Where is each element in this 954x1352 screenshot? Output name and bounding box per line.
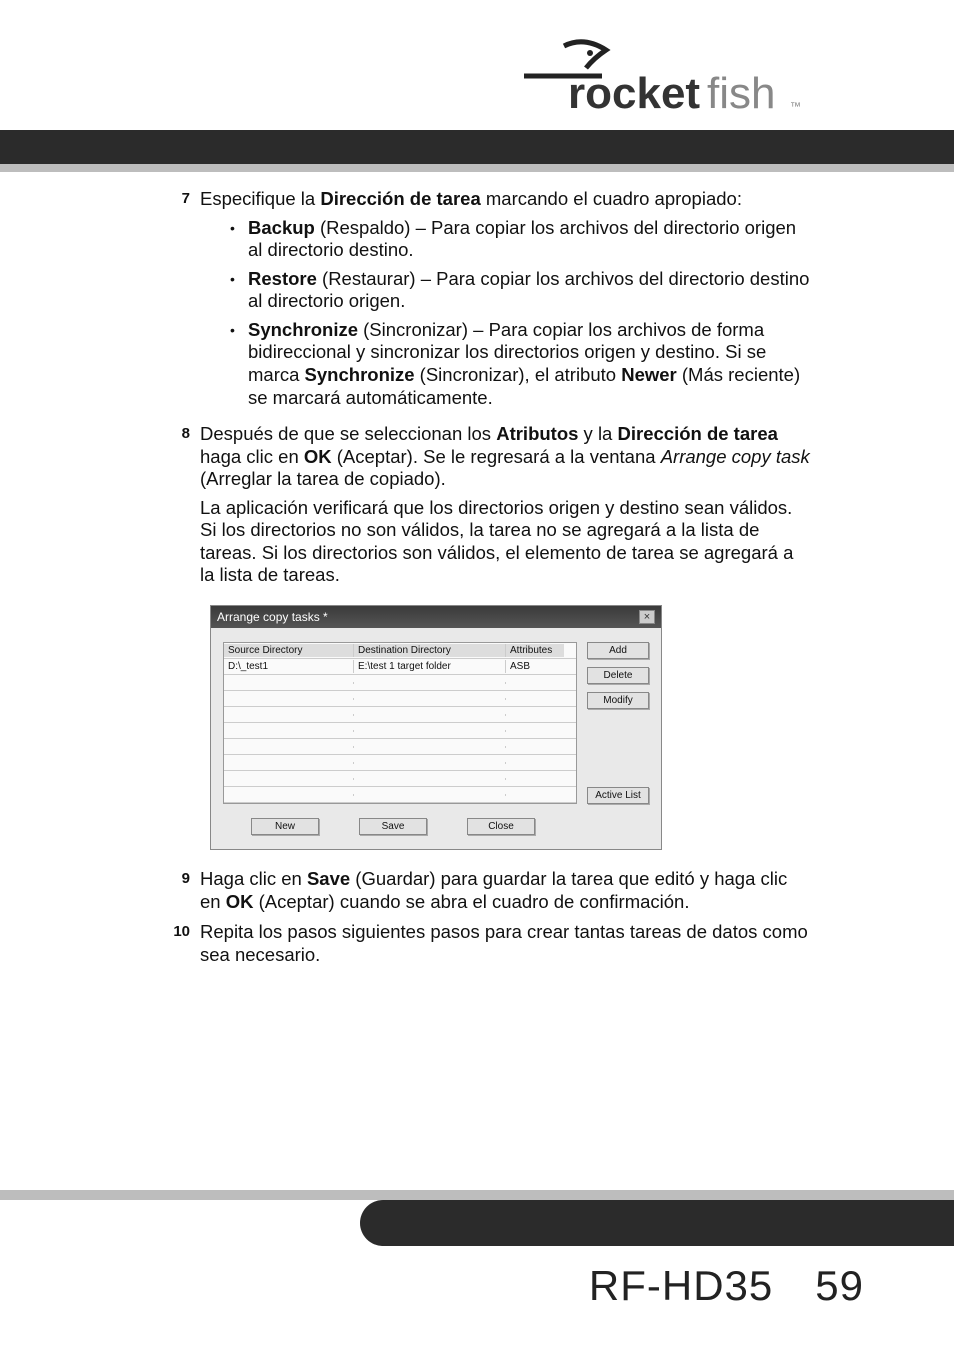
text: (Arreglar la tarea de copiado). [200,468,446,489]
table-row [224,755,576,771]
step-number: 7 [170,188,200,415]
col-source: Source Directory [224,644,354,657]
arrange-copy-tasks-dialog: Arrange copy tasks * × Source Directory … [210,605,662,850]
table-row [224,771,576,787]
text: (Sincronizar), el atributo [415,364,622,385]
bullet-list: • Backup (Respaldo) – Para copiar los ar… [230,217,810,410]
text: haga clic en [200,446,304,467]
footer-light-bar [0,1190,954,1200]
svg-text:™: ™ [790,101,801,113]
svg-text:fish: fish [707,69,775,118]
step-number: 10 [170,921,200,966]
rocketfish-logo: rocket fish ™ [494,28,824,118]
text-bold: Atributos [496,423,578,444]
step-10: 10 Repita los pasos siguientes pasos par… [170,921,810,966]
page-footer: RF-HD35 59 [589,1262,864,1310]
step-number: 9 [170,868,200,913]
dialog-titlebar: Arrange copy tasks * × [211,606,661,628]
page-number: 59 [815,1262,864,1309]
cell-destination: E:\test 1 target folder [354,660,506,673]
header-light-bar [0,164,954,172]
bullet-item: • Restore (Restaurar) – Para copiar los … [230,268,810,313]
table-row [224,723,576,739]
dialog-right-buttons: Add Delete Modify Active List [587,642,649,804]
text: Especifique la [200,188,320,209]
text: (Aceptar) cuando se abra el cuadro de co… [253,891,689,912]
step-8: 8 Después de que se seleccionan los Atri… [170,423,810,587]
text-bold: Save [307,868,350,889]
table-row [224,787,576,803]
step-number: 8 [170,423,200,587]
col-destination: Destination Directory [354,644,506,657]
text-italic: Arrange copy task [661,446,810,467]
text-bold: OK [304,446,332,467]
paragraph: La aplicación verificará que los directo… [200,497,810,587]
text-bold: Restore [248,268,317,289]
cell-source: D:\_test1 [224,660,354,673]
text: Después de que se seleccionan los [200,423,496,444]
text-bold: Newer [621,364,677,385]
bullet-dot: • [230,217,248,262]
text: Haga clic en [200,868,307,889]
bullet-item: • Synchronize (Sincronizar) – Para copia… [230,319,810,409]
table-row [224,675,576,691]
bullet-item: • Backup (Respaldo) – Para copiar los ar… [230,217,810,262]
close-button[interactable]: Close [467,818,535,835]
tasks-table: Source Directory Destination Directory A… [223,642,577,804]
step-body: Después de que se seleccionan los Atribu… [200,423,810,587]
dialog-title: Arrange copy tasks * [217,610,328,624]
text: y la [578,423,617,444]
col-attributes: Attributes [506,644,564,657]
table-row [224,691,576,707]
bullet-text: Synchronize (Sincronizar) – Para copiar … [248,319,810,409]
page-content: 7 Especifique la Dirección de tarea marc… [170,188,810,974]
text-bold: Synchronize [248,319,358,340]
dialog-bottom-buttons: New Save Close [211,818,661,849]
cell-attributes: ASB [506,660,564,673]
close-icon[interactable]: × [639,610,655,624]
step-body: Repita los pasos siguientes pasos para c… [200,921,810,966]
dialog-body: Source Directory Destination Directory A… [211,628,661,818]
new-button[interactable]: New [251,818,319,835]
step-body: Haga clic en Save (Guardar) para guardar… [200,868,810,913]
bullet-text: Backup (Respaldo) – Para copiar los arch… [248,217,810,262]
brand-logo: rocket fish ™ [494,28,824,123]
active-list-button[interactable]: Active List [587,787,649,804]
text-bold: Synchronize [305,364,415,385]
save-button[interactable]: Save [359,818,427,835]
text-bold: Dirección de tarea [618,423,778,444]
add-button[interactable]: Add [587,642,649,659]
bullet-text: Restore (Restaurar) – Para copiar los ar… [248,268,810,313]
text-bold: OK [226,891,254,912]
header-dark-bar [0,130,954,164]
table-row [224,739,576,755]
text: (Respaldo) – Para copiar los archivos de… [248,217,796,261]
step-body: Especifique la Dirección de tarea marcan… [200,188,810,415]
bullet-dot: • [230,319,248,409]
table-row [224,707,576,723]
step-9: 9 Haga clic en Save (Guardar) para guard… [170,868,810,913]
table-row[interactable]: D:\_test1 E:\test 1 target folder ASB [224,659,576,675]
step-7: 7 Especifique la Dirección de tarea marc… [170,188,810,415]
modify-button[interactable]: Modify [587,692,649,709]
text-bold: Backup [248,217,315,238]
bullet-dot: • [230,268,248,313]
text-bold: Dirección de tarea [320,188,480,209]
footer-dark-bar [360,1200,954,1246]
model-number: RF-HD35 [589,1262,773,1309]
delete-button[interactable]: Delete [587,667,649,684]
text: (Aceptar). Se le regresará a la ventana [332,446,661,467]
text: (Restaurar) – Para copiar los archivos d… [248,268,809,312]
svg-text:rocket: rocket [568,69,700,118]
text: marcando el cuadro apropiado: [481,188,742,209]
table-header-row: Source Directory Destination Directory A… [224,643,576,659]
